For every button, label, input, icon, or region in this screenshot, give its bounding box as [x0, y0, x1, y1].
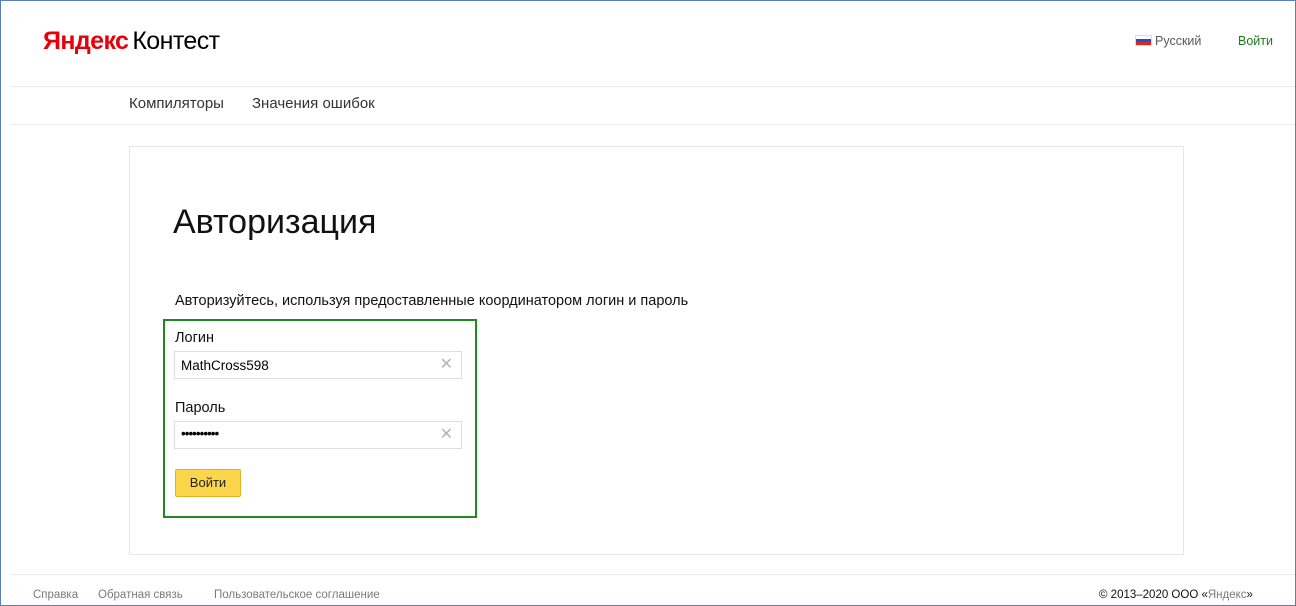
submit-button[interactable]: Войти — [175, 469, 241, 497]
close-icon[interactable]: ✕ — [440, 356, 453, 374]
footer-feedback-link[interactable]: Обратная связь — [98, 589, 183, 601]
browser-window: Яндекс Контест Русский Войти Компиляторы … — [0, 0, 1296, 606]
russia-flag-icon — [1135, 35, 1152, 46]
login-label: Логин — [175, 330, 214, 346]
page-title: Авторизация — [173, 203, 377, 241]
logo-brand: Яндекс — [43, 27, 129, 55]
logo-product: Контест — [132, 27, 220, 55]
language-switcher[interactable]: Русский — [1135, 34, 1201, 48]
auth-panel: Авторизация Авторизуйтесь, используя пре… — [129, 146, 1184, 555]
password-field[interactable]: •••••••••• ✕ — [174, 421, 462, 449]
header-login-link[interactable]: Войти — [1238, 34, 1273, 48]
copyright-prefix: © 2013–2020 ООО « — [1099, 589, 1208, 601]
auth-description: Авторизуйтесь, используя предоставленные… — [175, 293, 689, 309]
copyright: © 2013–2020 ООО «Яндекс» — [1099, 589, 1253, 601]
copyright-company-link[interactable]: Яндекс — [1208, 589, 1247, 601]
subnav-error-codes[interactable]: Значения ошибок — [252, 95, 375, 112]
footer-agreement-link[interactable]: Пользовательское соглашение — [214, 589, 380, 601]
footer: Справка Обратная связь Пользовательское … — [10, 574, 1295, 606]
login-field[interactable]: MathCross598 ✕ — [174, 351, 462, 379]
logo[interactable]: Яндекс Контест — [43, 27, 220, 56]
footer-help-link[interactable]: Справка — [33, 589, 78, 601]
password-value: •••••••••• — [181, 426, 219, 441]
close-icon[interactable]: ✕ — [440, 426, 453, 444]
language-label: Русский — [1155, 34, 1202, 48]
header: Яндекс Контест Русский Войти — [10, 2, 1295, 87]
subnav-compilers[interactable]: Компиляторы — [129, 95, 224, 112]
login-value: MathCross598 — [181, 358, 269, 373]
password-label: Пароль — [175, 400, 226, 416]
subnav: Компиляторы Значения ошибок — [10, 87, 1295, 125]
copyright-suffix: » — [1246, 589, 1253, 601]
